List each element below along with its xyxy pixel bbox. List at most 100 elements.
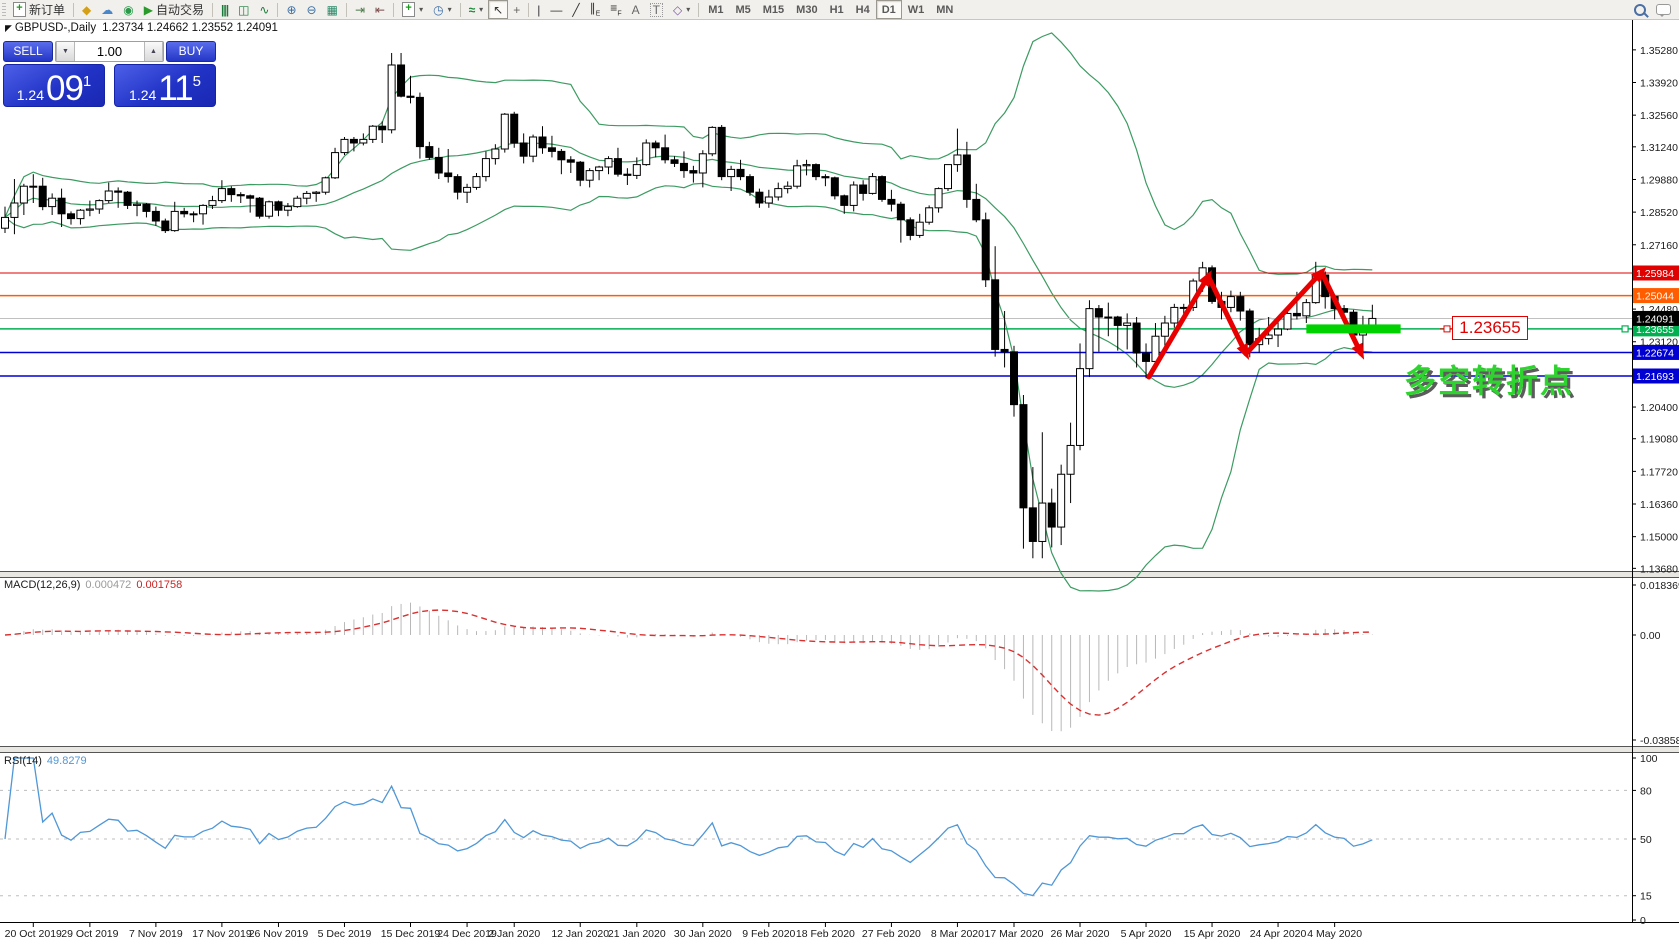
tile-windows-button[interactable]: ▦ bbox=[322, 0, 343, 19]
chat-icon[interactable] bbox=[1656, 4, 1671, 17]
svg-text:1.31240: 1.31240 bbox=[1640, 142, 1678, 154]
toolbar: + 新订单 ◆ ☁ ◉ ▶ 自动交易 ||| ◫ ∿ ⊕ ⊖ ▦ ⇥ ⇤ + ▾ … bbox=[0, 0, 1679, 20]
buy-button[interactable]: BUY bbox=[166, 41, 216, 62]
mt4-window: + 新订单 ◆ ☁ ◉ ▶ 自动交易 ||| ◫ ∿ ⊕ ⊖ ▦ ⇥ ⇤ + ▾ … bbox=[0, 0, 1679, 940]
tf-button-m30[interactable]: M30 bbox=[790, 0, 823, 19]
volume-stepper: ▼ 1.00 ▲ bbox=[55, 41, 164, 62]
search-icon[interactable] bbox=[1634, 3, 1646, 16]
new-chart-button[interactable]: + ▾ bbox=[397, 0, 428, 19]
volume-value[interactable]: 1.00 bbox=[75, 42, 144, 61]
channel-button[interactable]: ∥E bbox=[585, 0, 606, 19]
zoom-out-icon: ⊖ bbox=[306, 2, 317, 17]
text-button[interactable]: A bbox=[627, 0, 645, 19]
tf-button-m5[interactable]: M5 bbox=[729, 0, 756, 19]
pane-splitter[interactable] bbox=[0, 590, 1679, 596]
tf-button-h1[interactable]: H1 bbox=[824, 0, 850, 19]
chevron-down-icon: ▾ bbox=[479, 5, 484, 14]
svg-text:12 Jan 2020: 12 Jan 2020 bbox=[551, 928, 609, 940]
chart-canvas[interactable]: 1.35280 1.33920 1.32560 1.31240 1.29880 1.285… bbox=[0, 19, 1679, 940]
crosshair-button[interactable]: + bbox=[508, 0, 525, 19]
svg-text:21 Jan 2020: 21 Jan 2020 bbox=[608, 928, 666, 940]
volume-decrease-button[interactable]: ▼ bbox=[56, 42, 75, 61]
tf-button-h4[interactable]: H4 bbox=[850, 0, 876, 19]
indicators-button[interactable]: ≈ ▾ bbox=[464, 0, 489, 19]
svg-text:0: 0 bbox=[1640, 915, 1646, 927]
separator bbox=[698, 2, 700, 17]
candlestick-button[interactable]: ◫ bbox=[233, 0, 254, 19]
svg-text:27 Feb 2020: 27 Feb 2020 bbox=[862, 928, 921, 940]
cursor-button[interactable]: ↖ bbox=[488, 0, 509, 19]
svg-text:20 Oct 2019: 20 Oct 2019 bbox=[5, 928, 62, 940]
new-order-button[interactable]: + 新订单 bbox=[8, 0, 70, 19]
symbol-period-label: GBPUSD-,Daily bbox=[14, 22, 97, 34]
separator bbox=[393, 2, 395, 17]
svg-text:5 Apr 2020: 5 Apr 2020 bbox=[1121, 928, 1172, 940]
text-icon: A bbox=[631, 2, 640, 17]
tf-button-w1[interactable]: W1 bbox=[902, 0, 931, 19]
sell-price-button[interactable]: 1.24 09 1 bbox=[3, 64, 105, 107]
svg-text:17 Nov 2019: 17 Nov 2019 bbox=[192, 928, 252, 940]
chevron-up-icon: ▲ bbox=[150, 48, 157, 55]
fibonacci-icon: ≡F bbox=[610, 0, 622, 18]
svg-text:50: 50 bbox=[1640, 834, 1652, 846]
cloud-icon: ☁ bbox=[101, 2, 114, 17]
svg-text:0.00: 0.00 bbox=[1640, 630, 1661, 642]
zoom-in-button[interactable]: ⊕ bbox=[281, 0, 301, 19]
tf-button-m15[interactable]: M15 bbox=[757, 0, 790, 19]
pane-splitter[interactable] bbox=[0, 765, 1679, 771]
svg-text:1.29880: 1.29880 bbox=[1640, 174, 1678, 186]
svg-text:5 Dec 2019: 5 Dec 2019 bbox=[318, 928, 372, 940]
text-label-button[interactable]: T bbox=[645, 0, 668, 19]
fibonacci-button[interactable]: ≡F bbox=[605, 0, 626, 19]
vline-button[interactable]: | bbox=[532, 0, 545, 19]
autotrading-button[interactable]: ▶ 自动交易 bbox=[139, 0, 209, 19]
buy-price-big: 11 bbox=[158, 69, 193, 108]
zoom-out-button[interactable]: ⊖ bbox=[302, 0, 322, 19]
svg-text:1.13680: 1.13680 bbox=[1640, 563, 1678, 575]
separator bbox=[528, 2, 530, 17]
chart-shift-button[interactable]: ⇤ bbox=[370, 0, 390, 19]
svg-text:1.24091: 1.24091 bbox=[1636, 313, 1674, 325]
volume-increase-button[interactable]: ▲ bbox=[144, 42, 163, 61]
svg-text:1.27160: 1.27160 bbox=[1640, 240, 1678, 252]
tf-button-d1[interactable]: D1 bbox=[875, 0, 902, 19]
periods-button[interactable]: ◷ ▾ bbox=[428, 0, 457, 19]
tile-windows-icon: ▦ bbox=[326, 2, 338, 17]
chevron-down-icon: ▾ bbox=[419, 5, 424, 14]
bar-chart-icon: ||| bbox=[220, 2, 229, 17]
community-button[interactable]: ☁ bbox=[96, 0, 118, 19]
trendline-button[interactable]: ╱ bbox=[567, 0, 584, 19]
svg-text:4 May 2020: 4 May 2020 bbox=[1307, 928, 1362, 940]
sell-button[interactable]: SELL bbox=[3, 41, 53, 62]
svg-text:8 Mar 2020: 8 Mar 2020 bbox=[931, 928, 984, 940]
support-price-label[interactable]: 1.23655 bbox=[1452, 316, 1528, 340]
buy-price-button[interactable]: 1.24 11 5 bbox=[114, 64, 216, 107]
svg-text:-0.038585: -0.038585 bbox=[1640, 735, 1679, 747]
bar-chart-button[interactable]: ||| bbox=[216, 0, 233, 19]
chevron-down-icon: ▾ bbox=[447, 5, 452, 14]
line-chart-button[interactable]: ∿ bbox=[254, 0, 274, 19]
tf-button-m1[interactable]: M1 bbox=[702, 0, 729, 19]
chevron-down-icon: ▾ bbox=[686, 5, 691, 14]
toolbar-grip[interactable] bbox=[2, 2, 6, 17]
separator bbox=[277, 2, 279, 17]
separator bbox=[459, 2, 461, 17]
tf-button-mn[interactable]: MN bbox=[930, 0, 959, 19]
indicators-icon: ≈ bbox=[468, 2, 476, 17]
turning-point-annotation[interactable]: 多空转折点 bbox=[1404, 356, 1574, 402]
svg-text:1.19080: 1.19080 bbox=[1640, 434, 1678, 446]
signals-button[interactable]: ◉ bbox=[118, 0, 138, 19]
svg-text:1.22674: 1.22674 bbox=[1636, 347, 1674, 359]
market-button[interactable]: ◆ bbox=[77, 0, 96, 19]
auto-scroll-button[interactable]: ⇥ bbox=[350, 0, 370, 19]
svg-text:1.32560: 1.32560 bbox=[1640, 110, 1678, 122]
svg-text:15 Dec 2019: 15 Dec 2019 bbox=[381, 928, 441, 940]
svg-text:26 Mar 2020: 26 Mar 2020 bbox=[1051, 928, 1110, 940]
new-order-icon: + bbox=[13, 2, 26, 17]
shapes-button[interactable]: ◇ ▾ bbox=[668, 0, 695, 19]
hline-button[interactable]: — bbox=[545, 0, 567, 19]
ohlc-values: 1.23734 1.24662 1.23552 1.24091 bbox=[102, 22, 278, 34]
zoom-in-icon: ⊕ bbox=[286, 2, 297, 17]
svg-text:29 Oct 2019: 29 Oct 2019 bbox=[61, 928, 118, 940]
vertical-line-icon: | bbox=[537, 2, 541, 17]
